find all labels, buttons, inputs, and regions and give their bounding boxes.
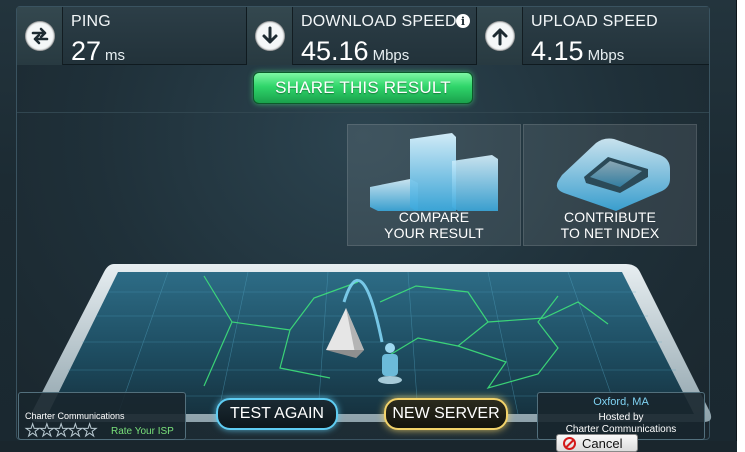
download-value: 45.16 (301, 36, 369, 66)
cancel-button[interactable]: Cancel (556, 434, 638, 452)
ping-stat-text: PING 27 ms (63, 7, 125, 70)
compare-label-line2: YOUR RESULT (384, 225, 484, 241)
ping-arrows-icon (24, 21, 55, 51)
ping-stat: PING 27 ms (17, 7, 247, 65)
ping-label: PING (71, 13, 111, 30)
result-stats-bar: PING 27 ms DOWNLOAD SPEED 45.16 Mbps i U… (17, 7, 709, 65)
contribute-label-line2: TO NET INDEX (560, 225, 660, 241)
download-icon-box (247, 7, 293, 65)
info-icon[interactable]: i (456, 14, 470, 28)
contribute-tile[interactable]: CONTRIBUTE TO NET INDEX (523, 124, 697, 246)
compare-label-line1: COMPARE (398, 209, 470, 225)
rate-isp-link[interactable]: Rate Your ISP (111, 426, 174, 437)
speedtest-app: PING 27 ms DOWNLOAD SPEED 45.16 Mbps i U… (0, 0, 737, 452)
upload-arrow-icon (484, 21, 515, 51)
cancel-label: Cancel (582, 435, 623, 451)
upload-label: UPLOAD SPEED (531, 13, 658, 30)
isp-name: Charter Communications (25, 411, 125, 421)
download-stat-text: DOWNLOAD SPEED 45.16 Mbps (293, 7, 457, 70)
contribute-label-line1: CONTRIBUTE (564, 209, 656, 225)
new-server-button[interactable]: NEW SERVER (384, 398, 508, 430)
upload-stat: UPLOAD SPEED 4.15 Mbps (477, 7, 709, 65)
upload-stat-text: UPLOAD SPEED 4.15 Mbps (523, 7, 658, 70)
upload-value: 4.15 (531, 36, 584, 66)
hosted-by-label: Hosted by (598, 412, 644, 423)
ping-value: 27 (71, 36, 102, 66)
upload-unit: Mbps (587, 47, 625, 64)
ping-icon-box (17, 7, 63, 65)
contribute-tile-label: CONTRIBUTE TO NET INDEX (524, 209, 696, 241)
download-arrow-icon (254, 21, 285, 51)
download-unit: Mbps (372, 47, 410, 64)
download-stat: DOWNLOAD SPEED 45.16 Mbps i (247, 7, 477, 65)
share-result-button[interactable]: SHARE THIS RESULT (253, 72, 473, 104)
compare-tile-label: COMPARE YOUR RESULT (348, 209, 520, 241)
download-label: DOWNLOAD SPEED (301, 13, 457, 30)
upload-icon-box (477, 7, 523, 65)
net-index-icon (556, 138, 670, 211)
isp-rating-box: Charter Communications ★★★★★ Rate Your I… (18, 392, 186, 441)
star-rating[interactable]: ★★★★★ (24, 421, 97, 441)
bar-chart-icon (370, 133, 498, 211)
cancel-icon (563, 436, 576, 450)
compare-result-tile[interactable]: COMPARE YOUR RESULT (347, 124, 521, 246)
test-again-button[interactable]: TEST AGAIN (216, 398, 338, 430)
server-info-box: Oxford, MA Hosted by Charter Communicati… (537, 392, 705, 440)
server-city: Oxford, MA (593, 396, 649, 408)
ping-unit: ms (105, 47, 126, 64)
share-row: SHARE THIS RESULT (17, 66, 709, 113)
